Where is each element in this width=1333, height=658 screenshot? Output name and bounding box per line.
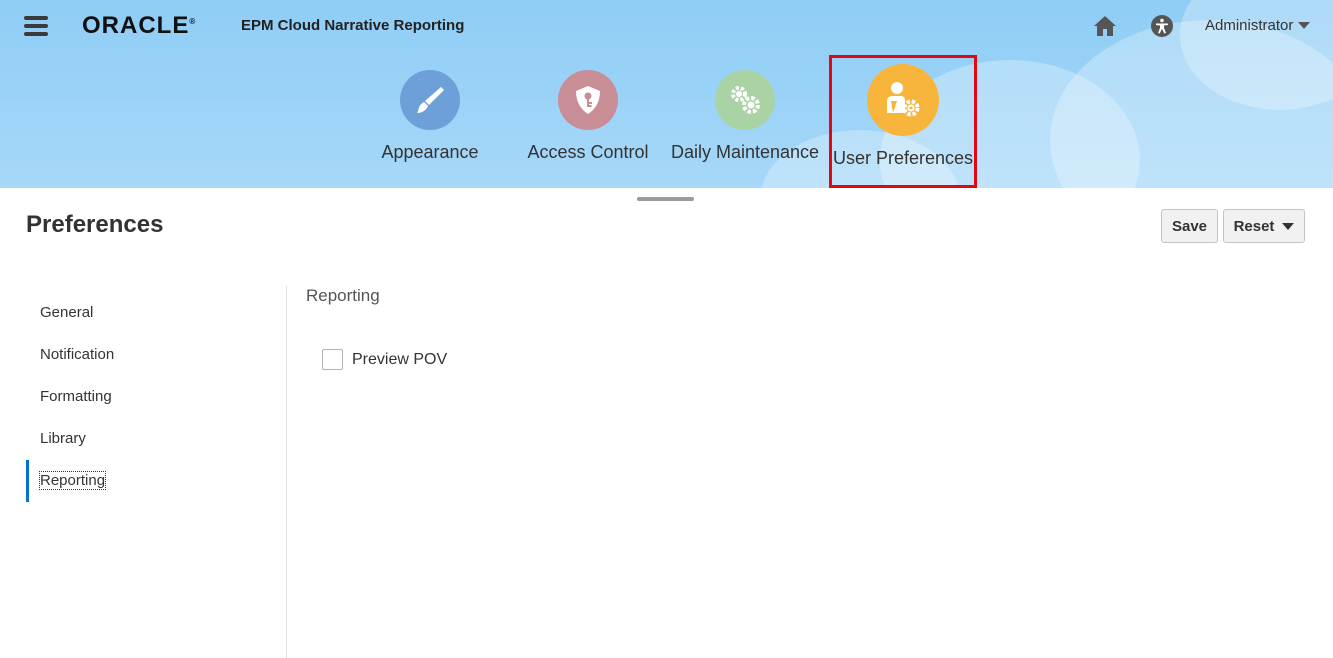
paintbrush-icon <box>400 70 460 130</box>
page-title: Preferences <box>26 211 164 238</box>
header-banner: ORACLE® EPM Cloud Narrative Reporting Ad… <box>0 0 1333 188</box>
app-title: EPM Cloud Narrative Reporting <box>241 17 465 34</box>
user-menu[interactable]: Administrator <box>1205 17 1311 34</box>
gears-icon <box>715 70 775 130</box>
preferences-side-nav: General Notification Formatting Library … <box>26 292 286 502</box>
side-nav-item-library[interactable]: Library <box>26 418 286 460</box>
preview-pov-checkbox[interactable] <box>322 349 343 370</box>
nav-tile-label: Daily Maintenance <box>670 142 820 162</box>
side-nav-label: Library <box>40 430 86 447</box>
drag-handle[interactable] <box>637 197 694 201</box>
side-nav-item-notification[interactable]: Notification <box>26 334 286 376</box>
hamburger-menu-icon[interactable] <box>24 16 48 36</box>
oracle-logo: ORACLE® <box>82 12 197 39</box>
nav-tile-daily-maintenance[interactable]: Daily Maintenance <box>670 70 820 163</box>
panel-divider <box>286 286 287 658</box>
side-nav-item-formatting[interactable]: Formatting <box>26 376 286 418</box>
section-title: Reporting <box>306 286 380 305</box>
accessibility-icon[interactable] <box>1150 14 1174 38</box>
side-nav-label: Formatting <box>40 388 112 405</box>
chevron-down-icon <box>1298 22 1311 29</box>
side-nav-label: General <box>40 304 94 321</box>
nav-tile-appearance[interactable]: Appearance <box>355 70 505 163</box>
side-nav-label: Notification <box>40 346 115 363</box>
nav-tile-label: Access Control <box>527 142 649 162</box>
save-button[interactable]: Save <box>1161 209 1218 243</box>
side-nav-item-reporting[interactable]: Reporting <box>26 460 286 502</box>
side-nav-item-general[interactable]: General <box>26 292 286 334</box>
reset-button-label: Reset <box>1233 217 1275 235</box>
home-icon[interactable] <box>1093 14 1117 38</box>
side-nav-label: Reporting <box>38 471 107 490</box>
preview-pov-label: Preview POV <box>352 350 448 368</box>
nav-tile-access-control[interactable]: Access Control <box>513 70 663 163</box>
reset-button[interactable]: Reset <box>1223 209 1305 243</box>
preview-pov-option[interactable]: Preview POV <box>322 349 447 370</box>
user-menu-label: Administrator <box>1205 17 1294 34</box>
selected-tile-highlight <box>829 55 977 188</box>
shield-key-icon <box>558 70 618 130</box>
chevron-down-icon <box>1282 222 1295 230</box>
nav-tile-label: Appearance <box>381 142 479 162</box>
